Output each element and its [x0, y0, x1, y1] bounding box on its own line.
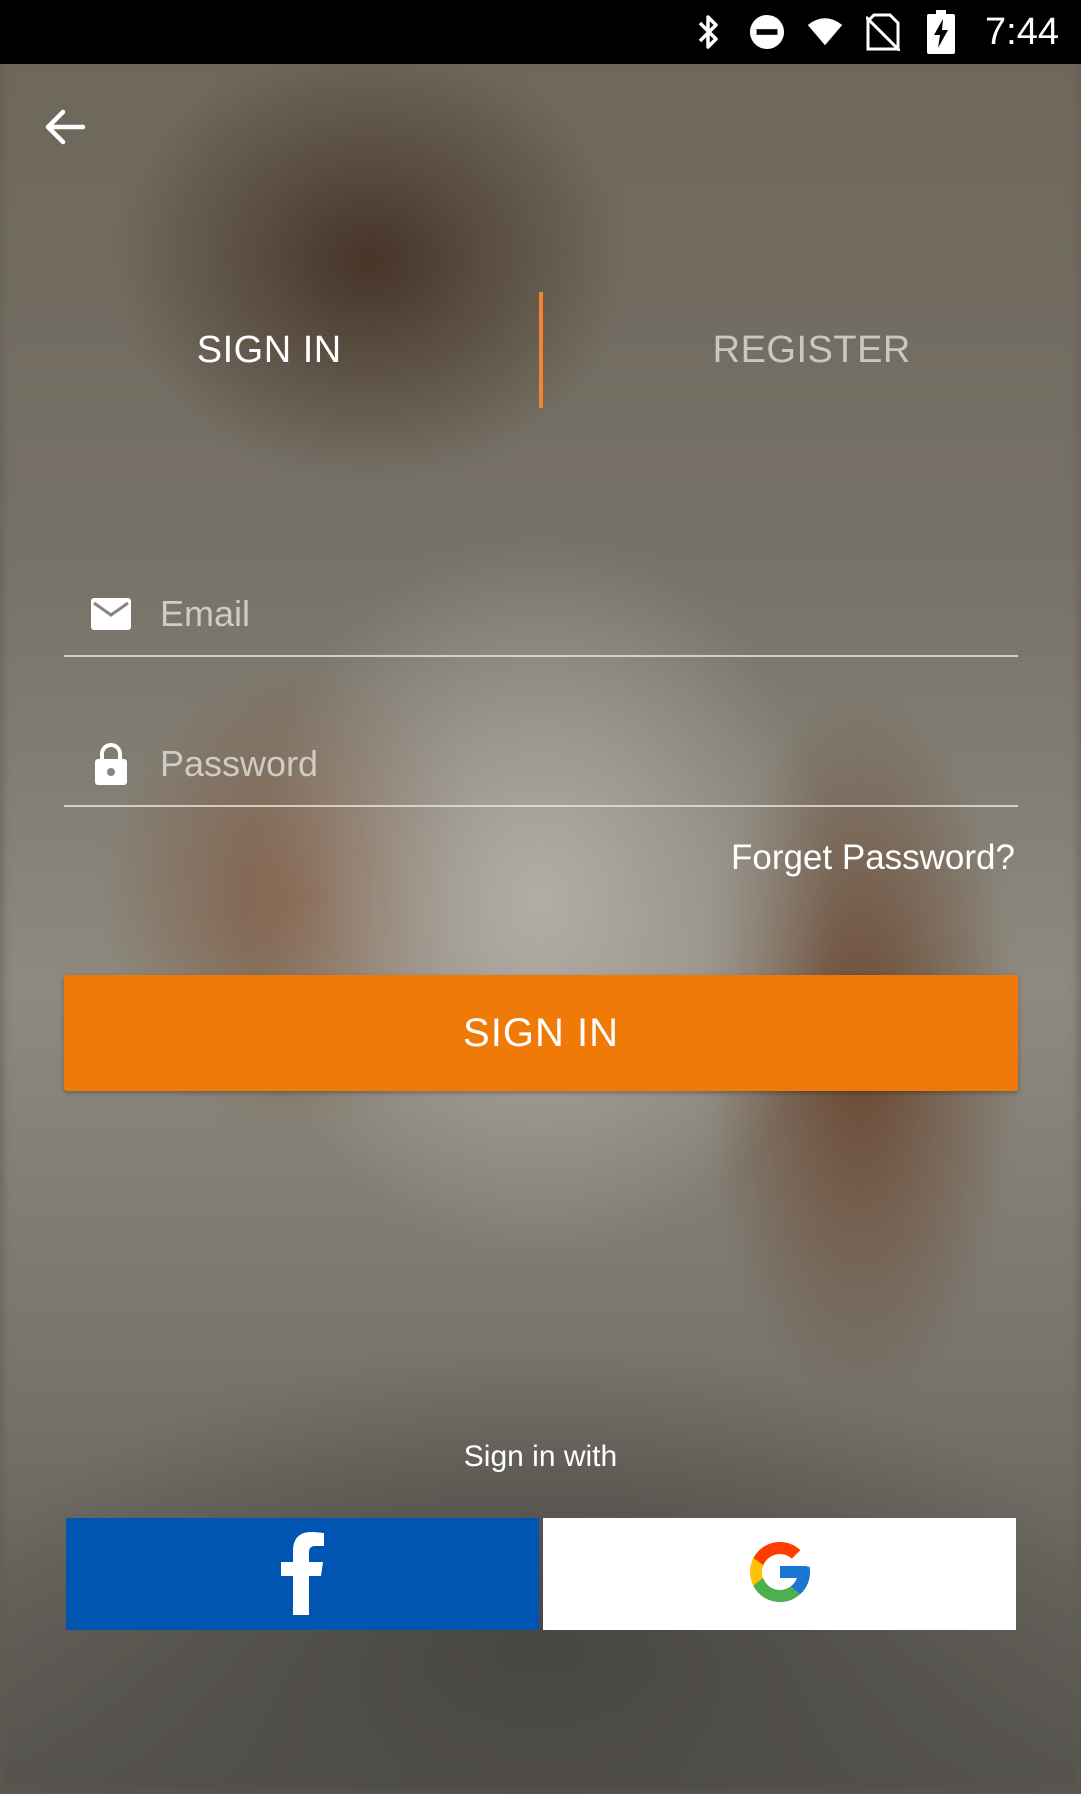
facebook-icon: [280, 1529, 325, 1620]
tab-sign-in-label: SIGN IN: [196, 328, 342, 371]
bluetooth-icon: [691, 14, 727, 50]
lock-icon: [88, 741, 134, 787]
status-time: 7:44: [985, 10, 1059, 53]
mail-icon: [88, 591, 134, 637]
tab-register[interactable]: REGISTER: [543, 292, 1081, 408]
status-bar: 7:44: [0, 0, 1081, 64]
sign-in-with-caption: Sign in with: [463, 1440, 618, 1473]
forgot-password-link[interactable]: Forget Password?: [731, 838, 1015, 878]
password-input[interactable]: [160, 743, 920, 785]
battery-charging-icon: [923, 10, 959, 54]
email-field[interactable]: [64, 565, 1018, 663]
facebook-sign-in-button[interactable]: [66, 1518, 539, 1630]
do-not-disturb-icon: [749, 14, 785, 50]
tab-register-label: REGISTER: [712, 328, 911, 371]
auth-tabs: SIGN IN REGISTER: [0, 292, 1081, 408]
google-icon: [744, 1536, 816, 1613]
wifi-icon: [807, 14, 843, 50]
sign-in-button-label: SIGN IN: [463, 1010, 619, 1055]
no-sim-icon: [865, 13, 901, 51]
arrow-left-icon: [43, 105, 87, 154]
email-input[interactable]: [160, 593, 920, 635]
email-underline: [64, 655, 1018, 657]
password-field[interactable]: [64, 715, 1018, 813]
back-button[interactable]: [40, 104, 90, 154]
password-underline: [64, 805, 1018, 807]
sign-in-button[interactable]: SIGN IN: [64, 975, 1018, 1091]
google-sign-in-button[interactable]: [543, 1518, 1016, 1630]
tab-sign-in[interactable]: SIGN IN: [0, 292, 539, 408]
